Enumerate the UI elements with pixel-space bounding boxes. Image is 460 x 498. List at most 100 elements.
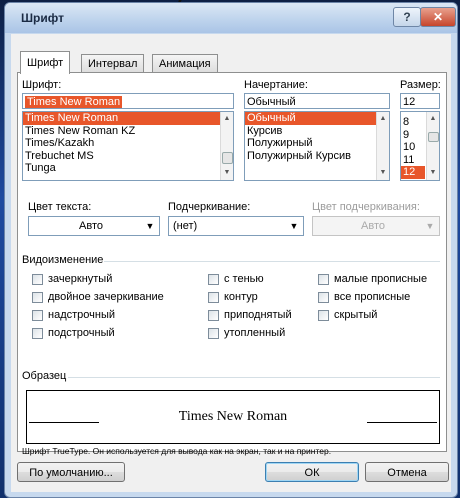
underline-label: Подчеркивание: xyxy=(168,201,251,213)
underline-color-value: Авто xyxy=(361,220,385,232)
list-item[interactable]: 9 xyxy=(401,129,425,142)
ok-button[interactable]: ОК xyxy=(265,462,359,482)
font-input[interactable]: Times New Roman xyxy=(22,93,234,109)
tab-animation-label: Анимация xyxy=(159,58,211,70)
underline-select[interactable]: (нет) ▼ xyxy=(168,216,304,236)
tab-spacing[interactable]: Интервал xyxy=(81,54,145,73)
dialog-title: Шрифт xyxy=(21,11,64,25)
checkbox-label: с тенью xyxy=(224,273,264,285)
default-button[interactable]: По умолчанию... xyxy=(17,462,125,482)
tab-animation[interactable]: Анимация xyxy=(152,54,218,73)
subscript-checkbox[interactable]: подстрочный xyxy=(32,327,115,339)
engrave-checkbox[interactable]: утопленный xyxy=(208,327,285,339)
strikethrough-checkbox[interactable]: зачеркнутый xyxy=(32,273,112,285)
list-item[interactable]: 8 xyxy=(401,116,425,129)
cancel-button[interactable]: Отмена xyxy=(365,462,449,482)
size-list[interactable]: 8 9 10 11 12 ▲ ▼ xyxy=(400,111,440,181)
superscript-checkbox[interactable]: надстрочный xyxy=(32,309,115,321)
help-button[interactable]: ? xyxy=(393,7,421,27)
checkbox-label: надстрочный xyxy=(48,309,115,321)
list-item[interactable]: Tunga xyxy=(23,162,233,175)
dialog-body: Шрифт Интервал Анимация Шрифт: Times New… xyxy=(11,34,451,492)
list-item[interactable]: Trebuchet MS xyxy=(23,150,233,163)
list-item[interactable]: Обычный xyxy=(245,112,389,125)
font-list-scrollbar[interactable]: ▲ ▼ xyxy=(220,112,233,180)
scroll-up-icon[interactable]: ▲ xyxy=(223,115,231,123)
scroll-down-icon[interactable]: ▼ xyxy=(379,169,387,177)
sample-baseline-right xyxy=(367,422,437,423)
list-item[interactable]: Times/Kazakh xyxy=(23,137,233,150)
text-color-value: Авто xyxy=(79,220,103,232)
text-color-select[interactable]: Авто ▼ xyxy=(28,216,160,236)
list-item[interactable]: 10 xyxy=(401,141,425,154)
tab-font-label: Шрифт xyxy=(27,57,64,69)
shadow-checkbox[interactable]: с тенью xyxy=(208,273,264,285)
list-item[interactable]: 11 xyxy=(401,154,425,167)
double-strikethrough-checkbox[interactable]: двойное зачеркивание xyxy=(32,291,164,303)
checkbox-label: малые прописные xyxy=(334,273,428,285)
checkbox-box[interactable] xyxy=(318,309,329,321)
close-button[interactable]: ✕ xyxy=(420,7,456,27)
all-caps-checkbox[interactable]: все прописные xyxy=(318,291,410,303)
text-color-label: Цвет текста: xyxy=(28,201,92,213)
scroll-up-icon[interactable]: ▲ xyxy=(429,115,437,123)
sample-preview: Times New Roman xyxy=(26,390,440,444)
effects-divider xyxy=(104,261,440,262)
checkbox-box[interactable] xyxy=(208,327,219,339)
title-bar[interactable]: Шрифт ? ✕ xyxy=(5,3,457,33)
effects-label: Видоизменение xyxy=(22,254,104,266)
checkbox-box[interactable] xyxy=(208,273,219,285)
size-input[interactable]: 12 xyxy=(400,93,440,109)
checkbox-box[interactable] xyxy=(32,327,43,339)
tab-spacing-label: Интервал xyxy=(88,58,138,70)
checkbox-label: утопленный xyxy=(224,327,286,339)
checkbox-box[interactable] xyxy=(208,291,219,303)
outline-checkbox[interactable]: контур xyxy=(208,291,258,303)
size-list-scrollbar[interactable]: ▲ ▼ xyxy=(426,112,439,180)
checkbox-label: скрытый xyxy=(334,309,378,321)
checkbox-label: приподнятый xyxy=(224,309,292,321)
sample-note: Шрифт TrueType. Он используется для выво… xyxy=(22,446,332,456)
font-label: Шрифт: xyxy=(22,79,62,91)
list-item[interactable]: Times New Roman KZ xyxy=(23,125,233,138)
list-item[interactable]: Times New Roman xyxy=(23,112,233,125)
checkbox-label: зачеркнутый xyxy=(48,273,113,285)
chevron-down-icon: ▼ xyxy=(145,221,155,231)
checkbox-label: контур xyxy=(224,291,258,303)
list-item[interactable]: 12 xyxy=(401,166,425,179)
underline-color-select: Авто ▼ xyxy=(312,216,440,236)
tab-font[interactable]: Шрифт xyxy=(20,51,71,74)
list-item[interactable]: Полужирный xyxy=(245,137,389,150)
underline-value: (нет) xyxy=(173,220,198,232)
chevron-down-icon: ▼ xyxy=(289,221,299,231)
style-list[interactable]: Обычный Курсив Полужирный Полужирный Кур… xyxy=(244,111,390,181)
checkbox-box[interactable] xyxy=(32,291,43,303)
list-item[interactable]: Полужирный Курсив xyxy=(245,150,389,163)
style-input[interactable]: Обычный xyxy=(244,93,390,109)
checkbox-label: все прописные xyxy=(334,291,411,303)
close-icon: ✕ xyxy=(432,10,444,24)
scroll-down-icon[interactable]: ▼ xyxy=(223,169,231,177)
emboss-checkbox[interactable]: приподнятый xyxy=(208,309,292,321)
scroll-thumb[interactable] xyxy=(428,132,439,142)
style-list-scrollbar[interactable]: ▲ ▼ xyxy=(376,112,389,180)
font-tab-panel: Шрифт: Times New Roman Times New Roman T… xyxy=(17,72,447,456)
help-icon: ? xyxy=(403,10,411,24)
chevron-down-icon: ▼ xyxy=(425,221,435,231)
checkbox-box[interactable] xyxy=(208,309,219,321)
font-dialog: Шрифт ? ✕ Шрифт Интервал Анимация Шрифт:… xyxy=(4,2,458,498)
checkbox-box[interactable] xyxy=(32,309,43,321)
scroll-down-icon[interactable]: ▼ xyxy=(429,169,437,177)
checkbox-box[interactable] xyxy=(318,291,329,303)
underline-color-label: Цвет подчеркивания: xyxy=(312,201,420,213)
checkbox-box[interactable] xyxy=(32,273,43,285)
checkbox-label: двойное зачеркивание xyxy=(48,291,164,303)
scroll-thumb[interactable] xyxy=(222,152,233,164)
small-caps-checkbox[interactable]: малые прописные xyxy=(318,273,427,285)
font-list[interactable]: Times New Roman Times New Roman KZ Times… xyxy=(22,111,234,181)
scroll-up-icon[interactable]: ▲ xyxy=(379,115,387,123)
list-item[interactable]: Курсив xyxy=(245,125,389,138)
checkbox-box[interactable] xyxy=(318,273,329,285)
size-label: Размер: xyxy=(400,79,441,91)
hidden-checkbox[interactable]: скрытый xyxy=(318,309,377,321)
